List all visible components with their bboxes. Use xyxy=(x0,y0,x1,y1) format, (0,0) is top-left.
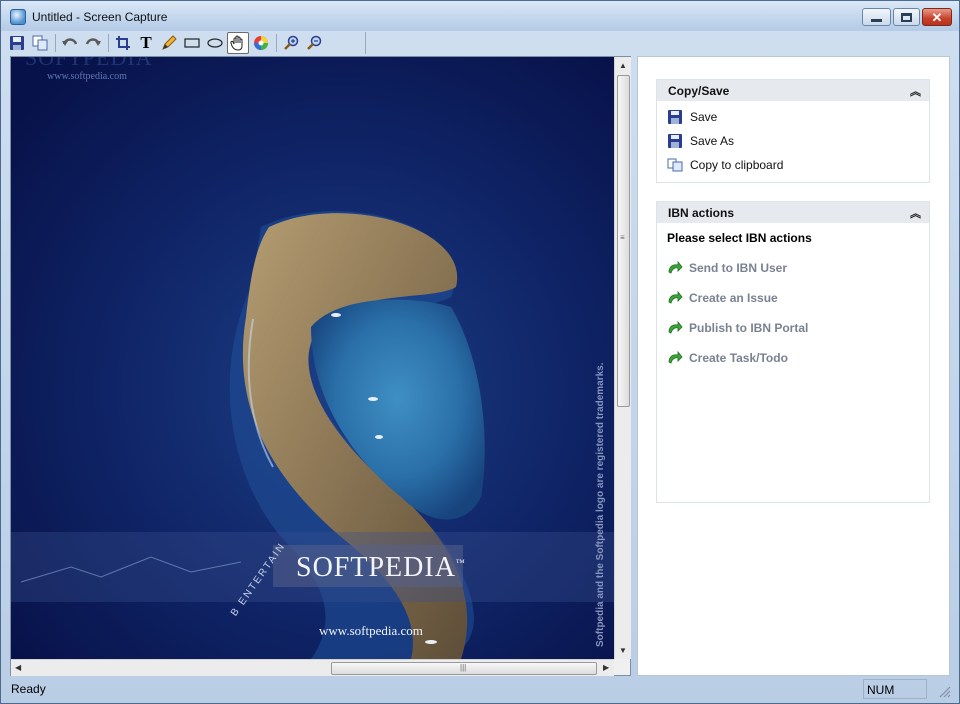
save-action[interactable]: Save xyxy=(657,105,929,129)
scroll-left-icon[interactable]: ◀ xyxy=(15,663,21,672)
toolbar-separator xyxy=(55,34,56,52)
hand-button[interactable] xyxy=(227,32,249,54)
toolbar: T xyxy=(6,31,366,55)
brand-url: www.softpedia.com xyxy=(319,623,423,638)
ibn-actions-group: IBN actions ︽ Please select IBN actions … xyxy=(656,201,930,503)
task-panel: Copy/Save ︽ Save Save As Copy to clipboa… xyxy=(637,56,950,676)
scroll-grip-icon: ||| xyxy=(460,663,467,672)
copy-icon xyxy=(32,35,48,51)
scroll-up-icon[interactable]: ▲ xyxy=(619,61,627,70)
zoom-out-button[interactable] xyxy=(303,32,325,54)
crop-button[interactable] xyxy=(112,32,134,54)
app-icon[interactable] xyxy=(10,9,26,25)
horizontal-scroll-thumb[interactable]: ||| xyxy=(331,662,597,675)
floppy-icon xyxy=(667,109,683,125)
status-bar: Ready NUM xyxy=(1,678,959,703)
num-lock-indicator: NUM xyxy=(863,679,927,699)
ellipse-icon xyxy=(207,38,223,48)
send-to-ibn-user-label: Send to IBN User xyxy=(689,261,788,275)
create-task-todo-action[interactable]: Create Task/Todo xyxy=(657,343,929,373)
green-arrow-icon xyxy=(668,261,683,274)
ibn-subtitle: Please select IBN actions xyxy=(667,231,812,245)
green-arrow-icon xyxy=(668,291,683,304)
copy-save-title: Copy/Save xyxy=(668,83,730,98)
capture-canvas[interactable]: SOFTPEDIA www.softpedia.com SOFTPEDIA™ w… xyxy=(10,56,631,676)
save-as-action[interactable]: Save As xyxy=(657,129,929,153)
toolbar-end-divider xyxy=(365,32,366,54)
collapse-icon[interactable]: ︽ xyxy=(910,83,921,99)
save-tool-button[interactable] xyxy=(6,32,28,54)
pencil-icon xyxy=(162,35,177,50)
create-task-todo-label: Create Task/Todo xyxy=(689,351,788,365)
clipboard-icon xyxy=(667,157,683,173)
close-button[interactable]: ✕ xyxy=(922,8,952,26)
save-icon xyxy=(10,36,24,50)
resize-grip-icon[interactable] xyxy=(937,684,951,698)
text-tool-icon: T xyxy=(140,33,152,52)
ibn-actions-title: IBN actions xyxy=(668,205,735,220)
create-issue-label: Create an Issue xyxy=(689,291,778,305)
redo-button[interactable] xyxy=(82,32,104,54)
zoom-in-icon xyxy=(284,35,299,50)
close-icon: ✕ xyxy=(931,9,943,25)
undo-button[interactable] xyxy=(59,32,81,54)
watermark-url-top: www.softpedia.com xyxy=(47,71,127,82)
zoom-out-icon xyxy=(307,35,322,50)
horizontal-scrollbar[interactable]: ◀ ||| ▶ xyxy=(11,659,614,676)
publish-to-ibn-portal-action[interactable]: Publish to IBN Portal xyxy=(657,313,929,343)
scroll-down-icon[interactable]: ▼ xyxy=(619,646,627,655)
captured-image[interactable]: SOFTPEDIA www.softpedia.com SOFTPEDIA™ w… xyxy=(11,57,614,659)
rectangle-button[interactable] xyxy=(181,32,203,54)
copy-clipboard-action[interactable]: Copy to clipboard xyxy=(657,153,929,177)
undo-icon xyxy=(62,38,78,46)
text-tool-button[interactable]: T xyxy=(135,32,157,54)
copy-save-group: Copy/Save ︽ Save Save As Copy to clipboa… xyxy=(656,79,930,183)
create-issue-action[interactable]: Create an Issue xyxy=(657,283,929,313)
title-bar[interactable]: Untitled - Screen Capture ✕ xyxy=(1,1,959,31)
floppy-icon xyxy=(667,133,683,149)
green-arrow-icon xyxy=(668,321,683,334)
brand-text: SOFTPEDIA™ xyxy=(296,552,466,584)
ellipse-button[interactable] xyxy=(204,32,226,54)
copy-tool-button[interactable] xyxy=(29,32,51,54)
app-window: Untitled - Screen Capture ✕ T SOFTPEDIA … xyxy=(0,0,960,704)
collapse-icon[interactable]: ︽ xyxy=(910,205,921,221)
vertical-scroll-thumb[interactable]: ≡ xyxy=(617,75,630,407)
trademark-side-text: Softpedia and the Softpedia logo are reg… xyxy=(595,362,606,647)
pencil-button[interactable] xyxy=(158,32,180,54)
brand-name: SOFTPEDIA xyxy=(296,552,456,583)
hand-icon xyxy=(230,35,243,51)
save-as-label: Save As xyxy=(690,134,735,148)
watermark-top: SOFTPEDIA xyxy=(25,57,153,70)
copy-clipboard-label: Copy to clipboard xyxy=(690,158,784,172)
minimize-button[interactable] xyxy=(862,8,891,26)
scroll-grip-icon: ≡ xyxy=(620,233,625,242)
rectangle-icon xyxy=(184,38,200,48)
zoom-in-button[interactable] xyxy=(280,32,302,54)
send-to-ibn-user-action[interactable]: Send to IBN User xyxy=(657,253,929,283)
status-text: Ready xyxy=(11,682,46,696)
green-arrow-icon xyxy=(668,351,683,364)
window-title: Untitled - Screen Capture xyxy=(32,10,168,24)
scroll-right-icon[interactable]: ▶ xyxy=(603,663,609,672)
maximize-icon xyxy=(901,12,912,22)
vertical-scrollbar[interactable]: ▲ ≡ ▼ xyxy=(614,57,631,659)
save-label: Save xyxy=(690,110,718,124)
crop-icon xyxy=(116,36,130,50)
trademark-mark: ™ xyxy=(455,557,466,568)
color-button[interactable] xyxy=(250,32,272,54)
toolbar-separator xyxy=(276,34,277,52)
color-wheel-icon xyxy=(254,36,268,50)
copy-save-header[interactable]: Copy/Save ︽ xyxy=(657,80,929,101)
redo-icon xyxy=(85,38,101,46)
publish-to-ibn-portal-label: Publish to IBN Portal xyxy=(689,321,809,335)
minimize-icon xyxy=(871,18,882,22)
maximize-button[interactable] xyxy=(893,8,920,26)
toolbar-separator xyxy=(108,34,109,52)
ibn-actions-header[interactable]: IBN actions ︽ xyxy=(657,202,929,223)
